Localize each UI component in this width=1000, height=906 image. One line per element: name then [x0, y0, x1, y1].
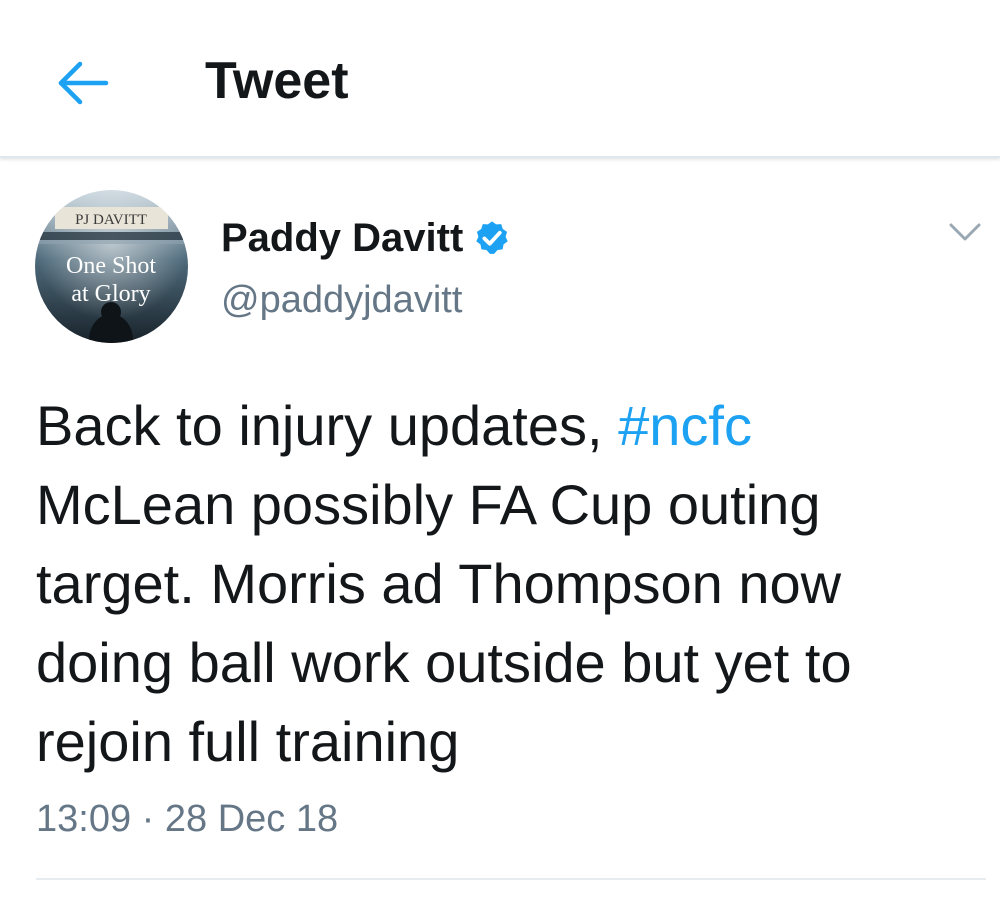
- back-button[interactable]: [52, 52, 114, 114]
- avatar-title-line1: One Shot: [66, 253, 156, 279]
- tweet-timestamp[interactable]: 13:09 · 28 Dec 18: [36, 795, 338, 843]
- chevron-down-icon: [949, 223, 981, 241]
- divider: [36, 878, 986, 880]
- timestamp-separator: ·: [141, 798, 155, 840]
- tweet-time: 13:09: [36, 798, 132, 840]
- avatar-image: PJ DAVITT One Shot at Glory: [35, 190, 188, 343]
- tweet-date: 28 Dec 18: [164, 798, 339, 840]
- tweet-screen: Tweet PJ DAVITT One Shot at Glory Paddy …: [0, 0, 1000, 906]
- verified-badge-icon: [476, 221, 508, 254]
- hashtag-link[interactable]: #ncfc: [618, 394, 752, 457]
- tweet-text-part2: McLean possibly FA Cup outing target. Mo…: [36, 473, 852, 773]
- avatar-top-text: PJ DAVITT: [75, 212, 147, 228]
- tweet-text: Back to injury updates, #ncfc McLean pos…: [36, 386, 976, 781]
- tweet-text-part1: Back to injury updates,: [36, 394, 619, 457]
- avatar[interactable]: PJ DAVITT One Shot at Glory: [35, 190, 188, 343]
- author-name[interactable]: Paddy Davitt: [221, 214, 511, 262]
- arrow-left-icon: [58, 61, 109, 105]
- page-title: Tweet: [205, 52, 349, 110]
- tweet-menu-button[interactable]: [942, 212, 988, 252]
- author-name-text: Paddy Davitt: [221, 216, 464, 260]
- author-handle[interactable]: @paddyjdavitt: [221, 276, 462, 324]
- top-app-bar: Tweet: [0, 0, 1000, 158]
